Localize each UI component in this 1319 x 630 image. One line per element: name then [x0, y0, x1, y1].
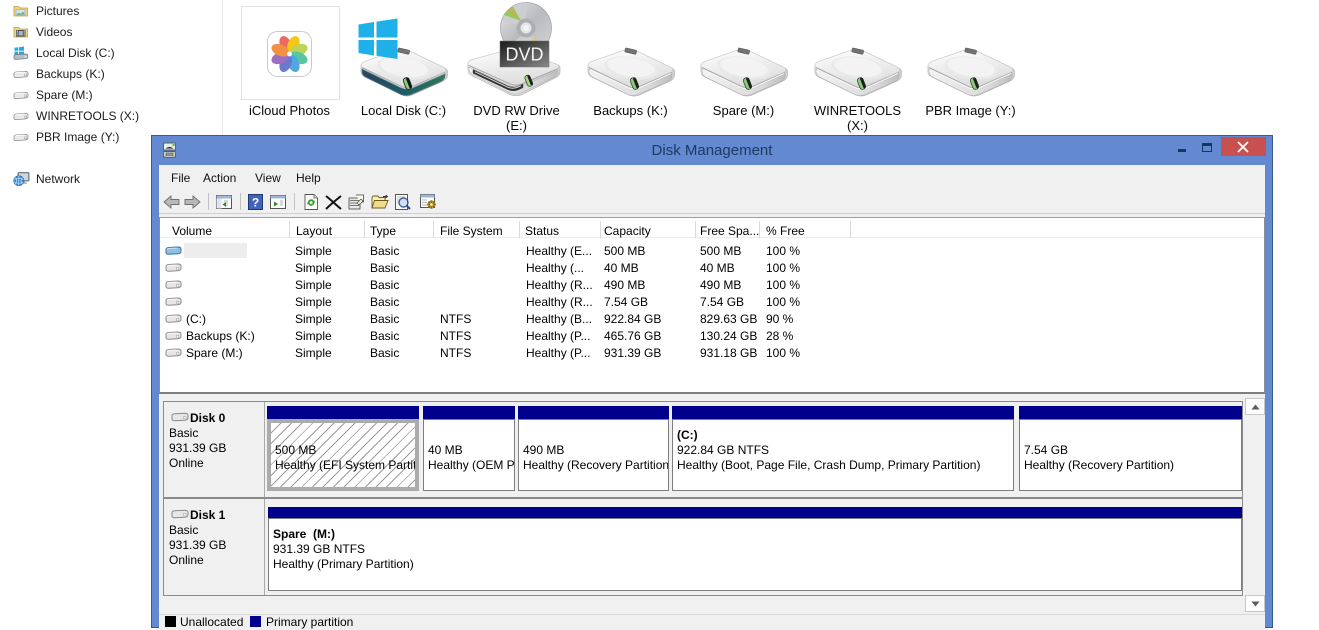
svg-text:DVD: DVD	[505, 45, 543, 65]
svg-text:?: ?	[252, 196, 259, 210]
